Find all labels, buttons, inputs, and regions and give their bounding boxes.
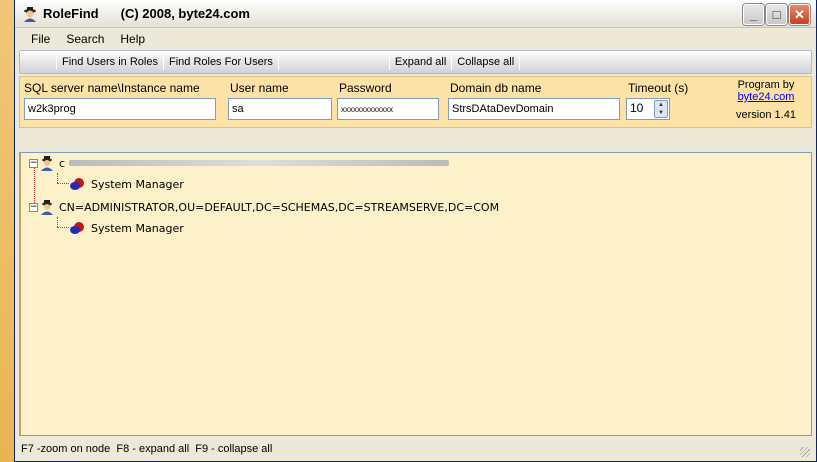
- timeout-stepper[interactable]: 10 ▲ ▼: [626, 98, 670, 120]
- server-input[interactable]: [24, 98, 216, 120]
- domain-label: Domain db name: [450, 81, 542, 95]
- window-title: RoleFind (C) 2008, byte24.com: [43, 6, 250, 21]
- user-icon: [21, 5, 39, 23]
- minimize-button[interactable]: _: [743, 4, 764, 25]
- toolbar: Find Users in Roles Find Roles For Users…: [19, 50, 812, 74]
- app-window: RoleFind (C) 2008, byte24.com _ □ ✕ File …: [14, 0, 817, 462]
- role-icon: [69, 177, 85, 191]
- title-bar[interactable]: RoleFind (C) 2008, byte24.com _ □ ✕: [15, 0, 816, 28]
- results-tree[interactable]: − c System Manager − CN=ADMINISTRATOR,OU…: [19, 152, 812, 436]
- status-bar: F7 -zoom on node F8 - expand all F9 - co…: [19, 439, 812, 459]
- password-input[interactable]: [337, 98, 439, 120]
- collapse-all-button[interactable]: Collapse all: [452, 56, 519, 68]
- find-users-in-roles-button[interactable]: Find Users in Roles: [57, 56, 163, 68]
- connection-panel: SQL server name\Instance name User name …: [19, 76, 812, 128]
- password-label: Password: [339, 81, 392, 95]
- username-input[interactable]: [228, 98, 332, 120]
- resize-grip-icon[interactable]: [800, 447, 810, 457]
- collapse-icon[interactable]: −: [29, 202, 38, 212]
- spin-arrows-icon[interactable]: ▲ ▼: [654, 100, 668, 118]
- menu-search[interactable]: Search: [58, 32, 112, 46]
- toolbar-separator: [519, 54, 521, 70]
- user-icon: [39, 199, 55, 215]
- collapse-icon[interactable]: −: [29, 158, 38, 168]
- menu-file[interactable]: File: [23, 32, 58, 46]
- expand-all-button[interactable]: Expand all: [390, 56, 451, 68]
- copyright-text: (C) 2008, byte24.com: [120, 6, 250, 21]
- domain-input[interactable]: [448, 98, 620, 120]
- tree-node-label: c: [59, 156, 66, 170]
- menu-bar: File Search Help: [15, 28, 816, 50]
- tree-node-label: System Manager: [91, 221, 184, 235]
- about-block: Program by byte24.com version 1.41: [726, 79, 806, 121]
- status-text: F7 -zoom on node F8 - expand all F9 - co…: [21, 443, 273, 455]
- close-button[interactable]: ✕: [789, 4, 810, 25]
- username-label: User name: [230, 81, 289, 95]
- byte24-link[interactable]: byte24.com: [726, 91, 806, 103]
- tree-node-role[interactable]: System Manager: [69, 177, 184, 191]
- tree-node-label: System Manager: [91, 177, 184, 191]
- app-name: RoleFind: [43, 6, 99, 21]
- tree-node-role[interactable]: System Manager: [69, 221, 184, 235]
- server-label: SQL server name\Instance name: [24, 81, 200, 95]
- find-roles-for-users-button[interactable]: Find Roles For Users: [164, 56, 278, 68]
- toolbar-separator: [277, 54, 279, 70]
- tree-node-label: CN=ADMINISTRATOR,OU=DEFAULT,DC=SCHEMAS,D…: [59, 200, 500, 214]
- user-icon: [39, 155, 55, 171]
- role-icon: [69, 221, 85, 235]
- tree-node-user[interactable]: − c: [29, 155, 450, 171]
- redacted-text: [69, 160, 450, 166]
- timeout-label: Timeout (s): [628, 81, 689, 95]
- tree-node-user[interactable]: − CN=ADMINISTRATOR,OU=DEFAULT,DC=SCHEMAS…: [29, 199, 499, 215]
- maximize-button[interactable]: □: [766, 4, 787, 25]
- version-label: version 1.41: [736, 109, 796, 121]
- timeout-value: 10: [630, 101, 644, 115]
- menu-help[interactable]: Help: [112, 32, 153, 46]
- program-by-label: Program by: [737, 79, 795, 91]
